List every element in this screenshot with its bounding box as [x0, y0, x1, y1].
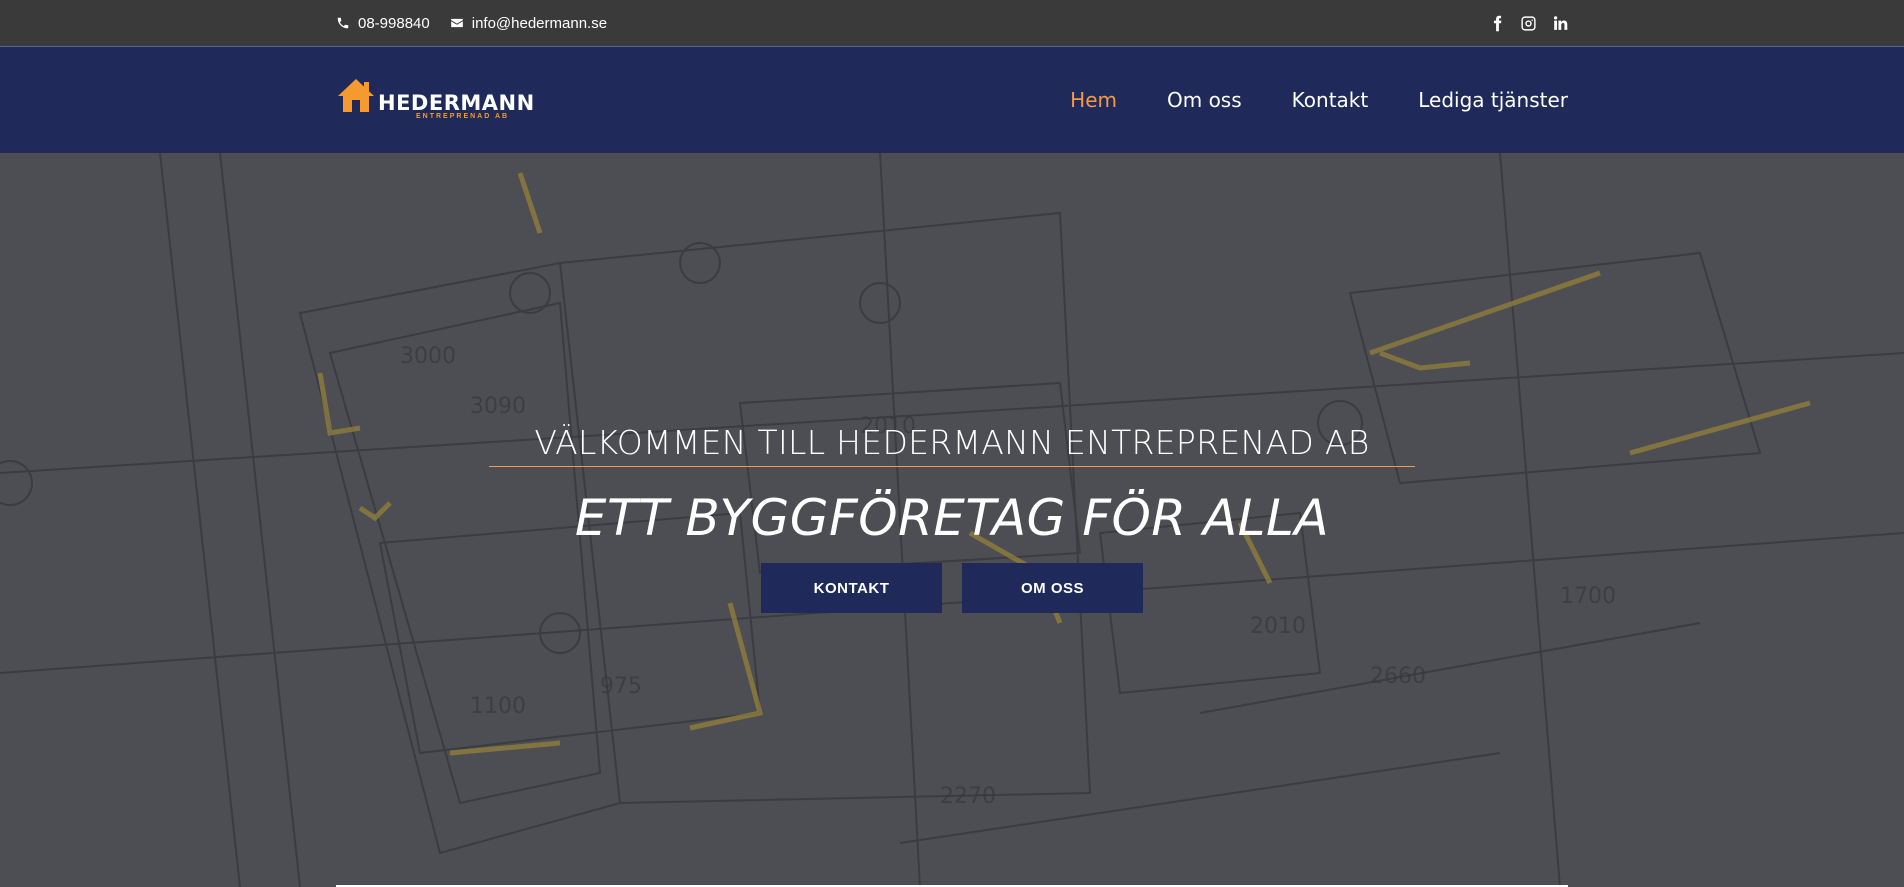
nav-item-kontakt[interactable]: Kontakt	[1292, 88, 1369, 112]
facebook-icon[interactable]	[1489, 15, 1506, 32]
main-nav: Hem Om oss Kontakt Lediga tjänster	[1070, 88, 1568, 112]
phone-link[interactable]: 08-998840	[336, 15, 430, 32]
hero-content: VÄLKOMMEN TILL HEDERMANN ENTREPRENAD AB …	[0, 423, 1904, 613]
heading-divider	[489, 466, 1415, 467]
logo-text: HEDERMANN	[378, 91, 535, 115]
phone-number: 08-998840	[358, 14, 430, 32]
linkedin-icon[interactable]	[1551, 15, 1568, 32]
about-button[interactable]: OM OSS	[962, 563, 1143, 613]
instagram-icon[interactable]	[1520, 15, 1537, 32]
envelope-icon	[450, 18, 463, 28]
contact-info: 08-998840 info@hedermann.se	[336, 15, 607, 32]
hero-tagline: ETT BYGGFÖRETAG FÖR ALLA	[574, 489, 1330, 547]
phone-icon	[337, 17, 349, 29]
contact-button[interactable]: KONTAKT	[761, 563, 942, 613]
top-bar: 08-998840 info@hedermann.se	[0, 0, 1904, 47]
house-icon	[338, 79, 374, 112]
email-address: info@hedermann.se	[471, 14, 608, 32]
nav-item-lediga-tjanster[interactable]: Lediga tjänster	[1418, 88, 1568, 112]
main-header: HEDERMANN ENTREPRENAD AB Hem Om oss Kont…	[0, 47, 1904, 153]
hero-section: 3000 3090 1100 975 2270 2660 2010 1700 2…	[0, 153, 1904, 887]
nav-item-hem[interactable]: Hem	[1070, 88, 1117, 112]
hero-buttons: KONTAKT OM OSS	[0, 563, 1904, 613]
hero-heading: VÄLKOMMEN TILL HEDERMANN ENTREPRENAD AB	[534, 423, 1370, 462]
nav-item-om-oss[interactable]: Om oss	[1167, 88, 1242, 112]
logo[interactable]: HEDERMANN ENTREPRENAD AB	[336, 76, 535, 124]
logo-subtext: ENTREPRENAD AB	[416, 113, 510, 120]
social-links	[1489, 15, 1568, 32]
email-link[interactable]: info@hedermann.se	[450, 15, 607, 32]
